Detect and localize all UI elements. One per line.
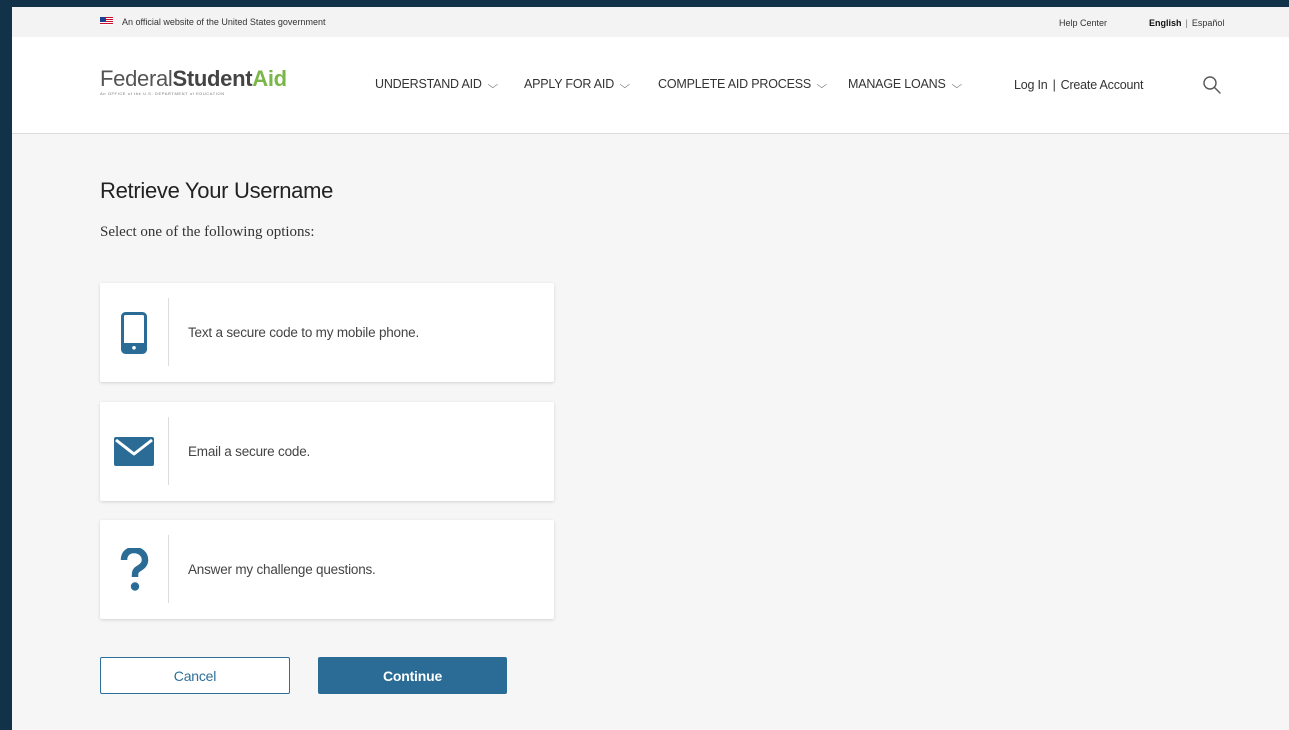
- help-center-link[interactable]: Help Center: [1059, 18, 1107, 28]
- card-divider: [168, 535, 169, 603]
- option-label: Answer my challenge questions.: [188, 562, 376, 577]
- nav-complete-aid-process-label: COMPLETE AID PROCESS: [658, 77, 811, 91]
- page-title: Retrieve Your Username: [100, 178, 334, 203]
- lang-separator: |: [1185, 18, 1188, 28]
- search-icon[interactable]: [1202, 75, 1222, 95]
- nav-complete-aid-process[interactable]: COMPLETE AID PROCESS ⌵: [658, 77, 828, 91]
- nav-manage-loans-label: MANAGE LOANS: [848, 77, 946, 91]
- login-link[interactable]: Log In: [1014, 78, 1048, 92]
- logo-federal: Federal: [100, 66, 173, 91]
- account-separator: |: [1052, 78, 1056, 92]
- lang-english-link[interactable]: English: [1149, 18, 1182, 28]
- card-divider: [168, 417, 169, 485]
- chevron-down-icon: ⌵: [951, 80, 962, 91]
- nav-understand-aid[interactable]: UNDERSTAND AID ⌵: [375, 77, 498, 91]
- language-switcher: English | Español: [1149, 18, 1224, 28]
- account-links: Log In | Create Account: [1014, 78, 1143, 92]
- chevron-down-icon: ⌵: [816, 80, 828, 91]
- lang-spanish-link[interactable]: Español: [1192, 18, 1225, 28]
- nav-apply-for-aid-label: APPLY FOR AID: [524, 77, 615, 91]
- federal-student-aid-logo[interactable]: FederalStudentAid An OFFICE of the U.S. …: [100, 66, 287, 96]
- site-header: FederalStudentAid An OFFICE of the U.S. …: [12, 37, 1289, 134]
- mobile-phone-icon: [108, 283, 160, 382]
- chevron-down-icon: ⌵: [487, 80, 498, 91]
- logo-aid: Aid: [252, 66, 287, 91]
- logo-student: Student: [172, 66, 253, 91]
- page-instructions: Select one of the following options:: [100, 224, 315, 240]
- us-flag-icon: [100, 17, 113, 25]
- question-mark-icon: [108, 520, 160, 619]
- card-divider: [168, 298, 169, 366]
- nav-apply-for-aid[interactable]: APPLY FOR AID ⌵: [524, 77, 631, 91]
- gov-banner: An official website of the United States…: [12, 7, 1289, 37]
- continue-button[interactable]: Continue: [318, 657, 507, 694]
- option-label: Text a secure code to my mobile phone.: [188, 325, 420, 340]
- nav-understand-aid-label: UNDERSTAND AID: [375, 77, 482, 91]
- envelope-icon: [108, 402, 160, 501]
- chevron-down-icon: ⌵: [619, 80, 631, 91]
- create-account-link[interactable]: Create Account: [1061, 78, 1144, 92]
- option-email-secure-code[interactable]: Email a secure code.: [100, 402, 554, 501]
- gov-banner-text: An official website of the United States…: [122, 17, 326, 27]
- option-text-secure-code[interactable]: Text a secure code to my mobile phone.: [100, 283, 554, 382]
- browser-viewport: An official website of the United States…: [12, 7, 1289, 730]
- nav-manage-loans[interactable]: MANAGE LOANS ⌵: [848, 77, 962, 91]
- cancel-button[interactable]: Cancel: [100, 657, 290, 694]
- logo-subtitle: An OFFICE of the U.S. DEPARTMENT of EDUC…: [100, 91, 225, 96]
- option-label: Email a secure code.: [188, 444, 311, 459]
- option-challenge-questions[interactable]: Answer my challenge questions.: [100, 520, 554, 619]
